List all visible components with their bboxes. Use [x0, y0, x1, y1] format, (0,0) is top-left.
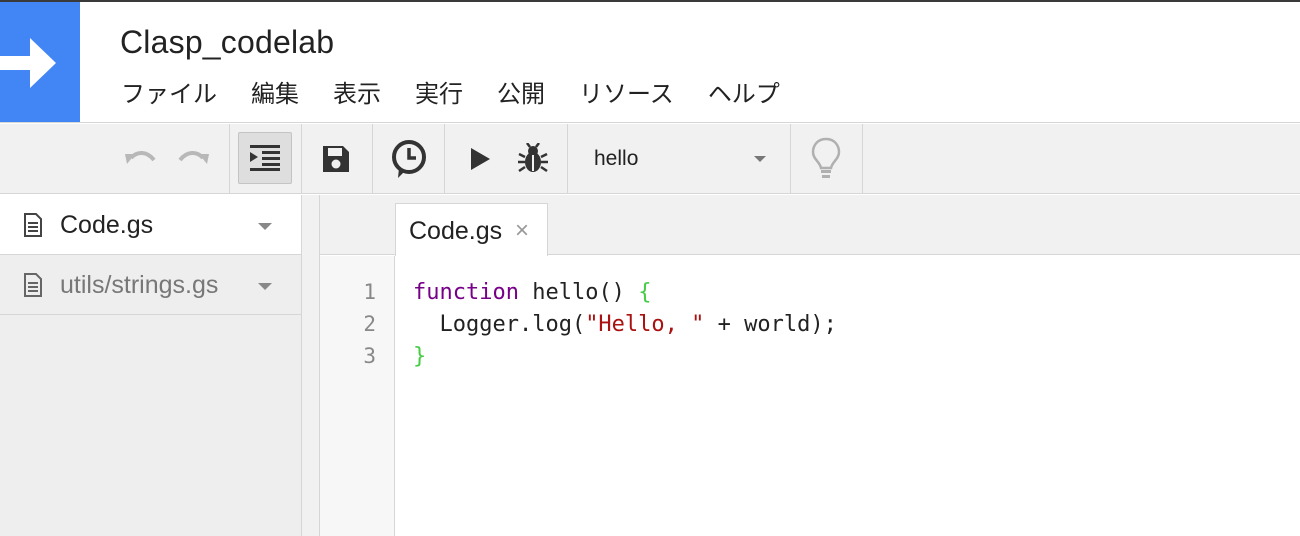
debug-bug-icon	[518, 143, 548, 173]
debug-button[interactable]	[512, 138, 554, 180]
save-button[interactable]	[314, 140, 358, 178]
redo-button[interactable]	[176, 142, 212, 176]
file-menu-arrow-icon[interactable]	[258, 223, 272, 230]
code-keyword: function	[413, 280, 519, 305]
line-number: 2	[363, 312, 376, 336]
file-item-utils-strings-gs[interactable]: utils/strings.gs	[0, 255, 301, 315]
file-document-icon	[24, 213, 42, 237]
code-bracket: {	[638, 280, 652, 305]
toolbar-separator	[790, 124, 791, 194]
run-button[interactable]	[460, 141, 500, 177]
triggers-clock-icon	[392, 140, 426, 178]
file-menu-arrow-icon[interactable]	[258, 283, 272, 290]
toolbar-separator	[372, 124, 373, 194]
indent-icon	[250, 145, 280, 171]
lightbulb-button[interactable]	[803, 134, 849, 184]
file-name: Code.gs	[60, 211, 154, 239]
menu-help[interactable]: ヘルプ	[708, 78, 780, 112]
project-title[interactable]: Clasp_codelab	[120, 24, 334, 61]
save-icon	[323, 146, 349, 172]
menu-run[interactable]: 実行	[415, 78, 463, 112]
undo-icon	[125, 151, 156, 164]
app-header: Clasp_codelab ファイル 編集 表示 実行 公開 リソース ヘルプ	[0, 0, 1300, 123]
toolbar-separator	[444, 124, 445, 194]
file-sidebar: Code.gs utils/strings.gs	[0, 195, 302, 536]
code-line: }	[413, 344, 426, 369]
editor-left-strip	[302, 195, 320, 536]
code-editor[interactable]: function hello() { Logger.log("Hello, " …	[396, 256, 1300, 536]
line-number-gutter: 1 2 3	[320, 256, 395, 536]
function-select-value: hello	[594, 147, 639, 170]
code-line: function hello() {	[413, 280, 651, 305]
code-string: "Hello, "	[585, 312, 705, 337]
window-top-border	[0, 0, 1300, 2]
menu-view[interactable]: 表示	[333, 78, 381, 112]
close-icon[interactable]: ×	[515, 217, 529, 245]
code-text: + world);	[704, 312, 837, 337]
toolbar: hello	[0, 124, 1300, 194]
code-text: Logger.log(	[413, 312, 586, 337]
line-number: 3	[363, 344, 376, 368]
triggers-button[interactable]	[386, 136, 432, 182]
code-line: Logger.log("Hello, " + world);	[413, 312, 837, 337]
line-number: 1	[363, 280, 376, 304]
menu-resources[interactable]: リソース	[579, 78, 674, 112]
lightbulb-icon	[811, 137, 841, 178]
code-text: hello()	[518, 280, 639, 305]
menu-edit[interactable]: 編集	[251, 78, 299, 112]
apps-script-logo[interactable]	[0, 2, 80, 122]
file-name: utils/strings.gs	[60, 271, 219, 299]
toolbar-separator	[862, 124, 863, 194]
menu-publish[interactable]: 公開	[497, 78, 545, 112]
function-select[interactable]: hello	[568, 124, 790, 194]
toolbar-separator	[229, 124, 230, 194]
auto-indent-button[interactable]	[238, 132, 292, 184]
menu-bar: ファイル 編集 表示 実行 公開 リソース ヘルプ	[121, 78, 814, 112]
editor-tab-label: Code.gs	[409, 217, 503, 245]
menu-file[interactable]: ファイル	[121, 78, 217, 112]
dropdown-arrow-icon	[754, 156, 766, 162]
editor-tab-code-gs[interactable]: Code.gs ×	[395, 203, 548, 256]
file-item-code-gs[interactable]: Code.gs	[0, 195, 301, 255]
redo-icon	[178, 151, 209, 164]
undo-button[interactable]	[122, 142, 158, 176]
arrow-right-icon	[0, 38, 56, 88]
toolbar-separator	[301, 124, 302, 194]
run-icon	[471, 148, 490, 170]
code-bracket: }	[413, 344, 427, 369]
file-document-icon	[24, 273, 42, 297]
